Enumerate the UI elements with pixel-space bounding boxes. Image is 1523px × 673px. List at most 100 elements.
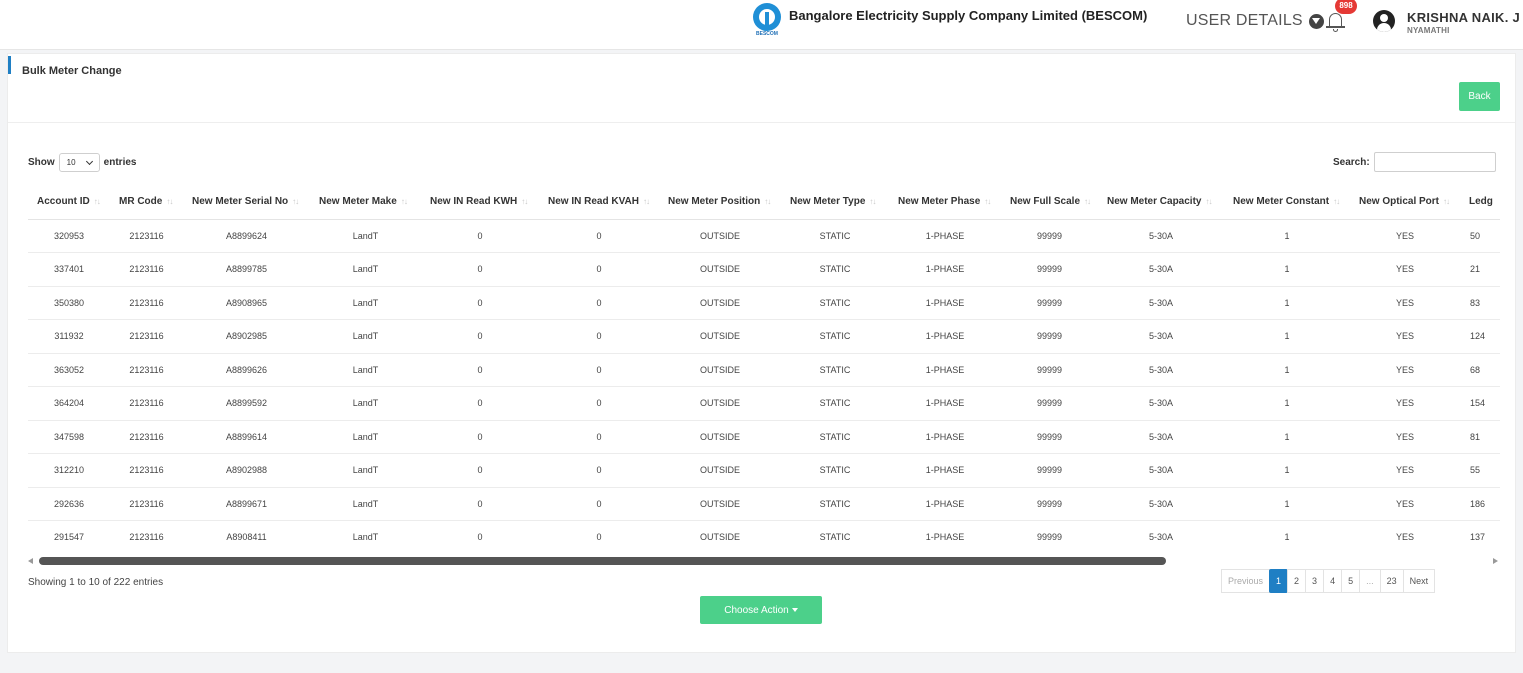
pagination-page[interactable]: 2 — [1287, 569, 1307, 593]
meter-table: Account ID ↑↓ MR Code ↑↓ New Meter Serial No… — [28, 184, 1500, 549]
pagination-next[interactable]: Next — [1402, 569, 1436, 593]
entries-select[interactable]: 10 — [58, 153, 100, 172]
column-header[interactable]: MR Code ↑↓ — [110, 184, 183, 220]
pagination-page[interactable]: 5 — [1341, 569, 1361, 593]
sort-icon[interactable]: ↑↓ — [292, 197, 299, 206]
notification-badge[interactable]: 898 — [1335, 0, 1357, 14]
pagination-page[interactable]: 23 — [1379, 569, 1404, 593]
sort-icon[interactable]: ↑↓ — [401, 197, 408, 206]
chevron-down-icon — [85, 157, 93, 166]
table-cell: 350380 — [28, 286, 110, 320]
table-cell: 55 — [1460, 453, 1500, 488]
sort-icon[interactable]: ↑↓ — [643, 197, 650, 206]
table-cell: 1 — [1224, 386, 1350, 421]
table-cell: 2123116 — [110, 353, 183, 387]
column-header[interactable]: New Meter Make ↑↓ — [310, 184, 421, 220]
table-row[interactable]: 320953 2123116 A8899624 LandT 0 0 OUTSIDE STATI… — [28, 219, 1500, 253]
table-header-row: Account ID ↑↓ MR Code ↑↓ New Meter Serial No… — [28, 184, 1500, 220]
table-cell: 1-PHASE — [889, 286, 1001, 320]
entries-label: entries — [103, 157, 137, 168]
horizontal-scrollbar[interactable] — [28, 556, 1500, 566]
sort-icon[interactable]: ↑↓ — [521, 197, 528, 206]
pagination-page[interactable]: 1 — [1269, 569, 1289, 593]
table-row[interactable]: 347598 2123116 A8899614 LandT 0 0 OUTSIDE STATI… — [28, 420, 1500, 454]
user-name[interactable]: KRISHNA NAIK. J — [1407, 10, 1520, 25]
column-header[interactable]: New IN Read KWH ↑↓ — [421, 184, 539, 220]
table-cell: A8899626 — [183, 353, 310, 387]
table-cell: 5-30A — [1098, 386, 1224, 421]
table-row[interactable]: 311932 2123116 A8902985 LandT 0 0 OUTSIDE STATI… — [28, 319, 1500, 354]
table-cell: LandT — [310, 252, 421, 287]
sort-icon[interactable]: ↑↓ — [764, 197, 771, 206]
table-cell: 0 — [539, 420, 659, 454]
column-header[interactable]: Ledg — [1460, 184, 1500, 220]
table-cell: 124 — [1460, 319, 1500, 354]
brand[interactable]: BESCOM Bangalore Electricity Supply Comp… — [752, 3, 1147, 37]
table-row[interactable]: 291547 2123116 A8908411 LandT 0 0 OUTSIDE STATI… — [28, 520, 1500, 549]
column-header-label: New Full Scale — [1010, 195, 1081, 207]
table-cell: 0 — [539, 353, 659, 387]
bescom-logo-icon: BESCOM — [752, 3, 782, 37]
user-circle-icon[interactable] — [1373, 10, 1395, 32]
table-cell: 99999 — [1001, 453, 1098, 488]
column-header[interactable]: New Full Scale ↑↓ — [1001, 184, 1098, 220]
column-header[interactable]: New Meter Position ↑↓ — [659, 184, 781, 220]
sort-icon[interactable]: ↑↓ — [166, 197, 173, 206]
column-header[interactable]: New Meter Phase ↑↓ — [889, 184, 1001, 220]
choose-action-button[interactable]: Choose Action — [700, 596, 822, 624]
sort-icon[interactable]: ↑↓ — [1205, 197, 1212, 206]
table-cell: STATIC — [781, 286, 889, 320]
column-header[interactable]: New Meter Serial No ↑↓ — [183, 184, 310, 220]
table-cell: 2123116 — [110, 520, 183, 549]
table-cell: LandT — [310, 286, 421, 320]
table-cell: 1 — [1224, 286, 1350, 320]
table-cell: 99999 — [1001, 520, 1098, 549]
scroll-right-icon[interactable] — [1493, 558, 1498, 564]
table-cell: 1-PHASE — [889, 353, 1001, 387]
column-header[interactable]: New IN Read KVAH ↑↓ — [539, 184, 659, 220]
column-header[interactable]: New Meter Constant ↑↓ — [1224, 184, 1350, 220]
brand-name: Bangalore Electricity Supply Company Lim… — [789, 8, 1148, 23]
table-cell: 68 — [1460, 353, 1500, 387]
table-cell: 5-30A — [1098, 453, 1224, 488]
sort-icon[interactable]: ↑↓ — [1443, 197, 1450, 206]
table-cell: A8902988 — [183, 453, 310, 488]
table-row[interactable]: 364204 2123116 A8899592 LandT 0 0 OUTSIDE STATI… — [28, 386, 1500, 421]
column-header[interactable]: New Optical Port ↑↓ — [1350, 184, 1460, 220]
table-row[interactable]: 292636 2123116 A8899671 LandT 0 0 OUTSIDE STATI… — [28, 487, 1500, 521]
table-row[interactable]: 363052 2123116 A8899626 LandT 0 0 OUTSIDE STATI… — [28, 353, 1500, 387]
table-cell: 5-30A — [1098, 353, 1224, 387]
table-row[interactable]: 350380 2123116 A8908965 LandT 0 0 OUTSIDE STATI… — [28, 286, 1500, 320]
search-input[interactable] — [1373, 152, 1496, 172]
back-button[interactable]: Back — [1459, 82, 1500, 111]
column-header[interactable]: New Meter Capacity ↑↓ — [1098, 184, 1224, 220]
brand-logo-text: BESCOM — [756, 31, 778, 37]
pagination-ellipsis: ... — [1359, 569, 1381, 593]
table-row[interactable]: 337401 2123116 A8899785 LandT 0 0 OUTSIDE STATI… — [28, 252, 1500, 287]
table-cell: LandT — [310, 386, 421, 421]
entries-length-control: Show 10 entries — [28, 153, 136, 172]
table-cell: 2123116 — [110, 453, 183, 488]
sort-icon[interactable]: ↑↓ — [1333, 197, 1340, 206]
scroll-left-icon[interactable] — [28, 558, 33, 564]
table-cell: 99999 — [1001, 386, 1098, 421]
sort-icon[interactable]: ↑↓ — [94, 197, 101, 206]
user-details-menu[interactable]: USER DETAILS — [1186, 12, 1324, 30]
scrollbar-thumb[interactable] — [39, 557, 1166, 565]
pagination-page[interactable]: 4 — [1323, 569, 1343, 593]
table-cell: 5-30A — [1098, 487, 1224, 521]
table-cell: LandT — [310, 353, 421, 387]
table-cell: LandT — [310, 520, 421, 549]
sort-icon[interactable]: ↑↓ — [984, 197, 991, 206]
meter-table-scroll[interactable]: Account ID ↑↓ MR Code ↑↓ New Meter Serial No… — [28, 184, 1500, 549]
column-header[interactable]: New Meter Type ↑↓ — [781, 184, 889, 220]
table-cell: 0 — [539, 219, 659, 253]
column-header[interactable]: Account ID ↑↓ — [28, 184, 110, 220]
table-cell: 0 — [539, 252, 659, 287]
column-header-label: New Meter Type — [790, 195, 866, 207]
pagination-page[interactable]: 3 — [1305, 569, 1325, 593]
table-cell: 291547 — [28, 520, 110, 549]
sort-icon[interactable]: ↑↓ — [869, 197, 876, 206]
sort-icon[interactable]: ↑↓ — [1084, 197, 1091, 206]
table-row[interactable]: 312210 2123116 A8902988 LandT 0 0 OUTSIDE STATI… — [28, 453, 1500, 488]
